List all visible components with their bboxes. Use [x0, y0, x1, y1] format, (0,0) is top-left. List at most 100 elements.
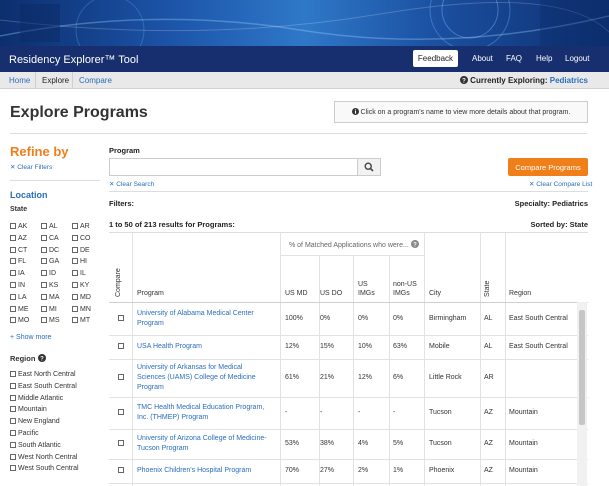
state-checkbox-de[interactable]: DE — [72, 246, 90, 257]
state-checkbox-ca[interactable]: CA — [41, 234, 59, 245]
checkbox[interactable] — [10, 258, 16, 265]
checkbox[interactable] — [10, 317, 16, 324]
clear-filters-link[interactable]: ✕ Clear Filters — [10, 163, 52, 171]
state-checkbox-la[interactable]: LA — [10, 293, 27, 304]
checkbox[interactable] — [10, 382, 16, 389]
nav-link-logout[interactable]: Logout — [565, 54, 589, 63]
tab-explore[interactable]: Explore — [42, 76, 69, 85]
checkbox[interactable] — [41, 246, 47, 253]
program-link[interactable]: TMC Health Medical Education Program, Inc… — [137, 403, 277, 423]
checkbox[interactable] — [10, 441, 16, 448]
exploring-specialty[interactable]: Pediatrics — [550, 76, 588, 85]
compare-checkbox[interactable] — [118, 440, 124, 446]
compare-checkbox[interactable] — [118, 409, 124, 415]
state-checkbox-ar[interactable]: AR — [72, 223, 90, 233]
checkbox[interactable] — [72, 305, 78, 312]
checkbox[interactable] — [41, 258, 47, 265]
checkbox[interactable] — [10, 293, 16, 300]
question-circle-icon[interactable]: ? — [37, 354, 46, 362]
checkbox[interactable] — [10, 406, 16, 413]
checkbox[interactable] — [41, 317, 47, 324]
clear-compare-link[interactable]: ✕ Clear Compare List — [529, 180, 592, 188]
checkbox[interactable] — [41, 293, 47, 300]
checkbox[interactable] — [10, 465, 16, 472]
program-link[interactable]: University of Alabama Medical Center Prog… — [137, 309, 277, 329]
show-more-link[interactable]: + Show more — [10, 334, 51, 341]
state-checkbox-ks[interactable]: KS — [41, 282, 58, 292]
checkbox[interactable] — [72, 317, 78, 324]
compare-checkbox[interactable] — [118, 374, 124, 380]
state-checkbox-ak[interactable]: AK — [10, 223, 27, 233]
compare-programs-button[interactable]: Compare Programs — [508, 158, 588, 176]
header-non-us-line1[interactable]: non-US — [393, 281, 417, 288]
checkbox[interactable] — [72, 258, 78, 265]
tab-compare[interactable]: Compare — [79, 76, 112, 85]
scrollbar-thumb[interactable] — [579, 310, 585, 425]
checkbox[interactable] — [41, 270, 47, 277]
state-checkbox-ma[interactable]: MA — [41, 293, 60, 304]
program-search-input[interactable] — [109, 158, 357, 176]
program-link[interactable]: University of Arizona College of Medicin… — [137, 434, 277, 454]
checkbox[interactable] — [41, 282, 47, 288]
clear-search-link[interactable]: ✕ Clear Search — [109, 180, 154, 188]
region-checkbox-east-south-central[interactable]: East South Central — [10, 382, 77, 390]
region-checkbox-middle-atlantic[interactable]: Middle Atlantic — [10, 394, 63, 402]
state-checkbox-in[interactable]: IN — [10, 282, 25, 292]
state-checkbox-fl[interactable]: FL — [10, 258, 26, 268]
header-us-md[interactable]: US MD — [285, 290, 308, 297]
header-state[interactable]: State — [484, 267, 491, 297]
region-checkbox-mountain[interactable]: Mountain — [10, 406, 47, 413]
state-checkbox-ia[interactable]: IA — [10, 270, 25, 280]
program-link[interactable]: University of Arkansas for Medical Scienc… — [137, 363, 277, 393]
checkbox[interactable] — [10, 418, 16, 425]
state-checkbox-mo[interactable]: MO — [10, 317, 29, 327]
state-checkbox-id[interactable]: ID — [41, 270, 56, 280]
program-link[interactable]: Phoenix Children's Hospital Program — [137, 466, 277, 476]
header-us-imgs-line2[interactable]: IMGs — [358, 290, 375, 297]
state-checkbox-il[interactable]: IL — [72, 270, 86, 280]
checkbox[interactable] — [72, 293, 78, 300]
header-us-imgs-line1[interactable]: US — [358, 281, 368, 288]
state-checkbox-md[interactable]: MD — [72, 293, 91, 304]
checkbox[interactable] — [10, 371, 16, 377]
state-checkbox-dc[interactable]: DC — [41, 246, 59, 257]
checkbox[interactable] — [72, 270, 78, 277]
region-checkbox-east-north-central[interactable]: East North Central — [10, 371, 76, 378]
checkbox[interactable] — [10, 282, 16, 288]
tab-home[interactable]: Home — [9, 76, 30, 85]
checkbox[interactable] — [10, 430, 16, 436]
state-checkbox-al[interactable]: AL — [41, 223, 58, 233]
region-checkbox-west-north-central[interactable]: West North Central — [10, 453, 77, 461]
feedback-button[interactable]: Feedback — [413, 50, 458, 67]
checkbox[interactable] — [41, 305, 47, 312]
state-checkbox-co[interactable]: CO — [72, 234, 91, 245]
program-link[interactable]: USA Health Program — [137, 342, 277, 352]
region-checkbox-west-south-central[interactable]: West South Central — [10, 465, 79, 472]
question-circle-icon[interactable]: ? — [410, 240, 419, 248]
search-button[interactable] — [357, 158, 381, 176]
checkbox[interactable] — [10, 453, 16, 460]
checkbox[interactable] — [10, 234, 16, 241]
state-checkbox-ms[interactable]: MS — [41, 317, 60, 327]
region-checkbox-pacific[interactable]: Pacific — [10, 430, 39, 437]
compare-checkbox[interactable] — [118, 467, 124, 473]
nav-link-faq[interactable]: FAQ — [506, 54, 522, 63]
state-checkbox-me[interactable]: ME — [10, 305, 29, 316]
header-city[interactable]: City — [429, 290, 441, 297]
checkbox[interactable] — [72, 282, 78, 288]
state-checkbox-mt[interactable]: MT — [72, 317, 90, 327]
nav-link-help[interactable]: Help — [536, 54, 552, 63]
state-checkbox-ky[interactable]: KY — [72, 282, 89, 292]
header-non-us-line2[interactable]: IMGs — [393, 290, 410, 297]
checkbox[interactable] — [41, 223, 47, 229]
state-checkbox-mi[interactable]: MI — [41, 305, 57, 316]
checkbox[interactable] — [72, 246, 78, 253]
state-checkbox-az[interactable]: AZ — [10, 234, 27, 245]
header-us-do[interactable]: US DO — [320, 290, 342, 297]
checkbox[interactable] — [41, 234, 47, 241]
checkbox[interactable] — [10, 394, 16, 401]
header-region[interactable]: Region — [509, 290, 531, 297]
nav-link-about[interactable]: About — [472, 54, 493, 63]
checkbox[interactable] — [10, 223, 16, 229]
checkbox[interactable] — [10, 305, 16, 312]
